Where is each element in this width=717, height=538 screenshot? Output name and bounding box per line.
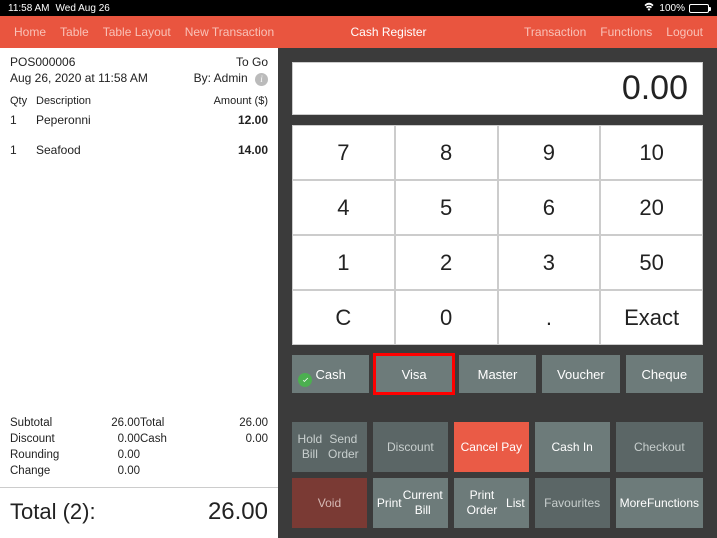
nav-new-transaction[interactable]: New Transaction [185, 25, 274, 39]
key-0[interactable]: 0 [396, 291, 497, 344]
nav-functions[interactable]: Functions [600, 25, 652, 39]
sum-rounding-label: Rounding [10, 447, 80, 463]
payment-master[interactable]: Master [459, 355, 536, 393]
nav-table[interactable]: Table [60, 25, 89, 39]
payment-visa[interactable]: Visa [375, 355, 452, 393]
payment-cheque[interactable]: Cheque [626, 355, 703, 393]
key-5[interactable]: 5 [396, 181, 497, 234]
fn-cash-in[interactable]: Cash In [535, 422, 610, 472]
sum-change-label: Change [10, 463, 80, 479]
key-6[interactable]: 6 [499, 181, 600, 234]
key-3[interactable]: 3 [499, 236, 600, 289]
payment-row: CashVisaMasterVoucherCheque [292, 355, 703, 393]
status-battery-pct: 100% [659, 3, 685, 14]
total-value: 26.00 [208, 498, 268, 526]
sum-cash-label: Cash [140, 431, 218, 447]
keypad: 78910 45620 12350 C0.Exact [292, 125, 703, 345]
sum-discount: 0.00 [80, 431, 140, 447]
receipt-pos-id: POS000006 [10, 55, 75, 69]
key-50[interactable]: 50 [601, 236, 702, 289]
fn-print-current-bill[interactable]: PrintCurrent Bill [373, 478, 448, 528]
receipt-panel: POS000006 To Go Aug 26, 2020 at 11:58 AM… [0, 48, 278, 538]
key-10[interactable]: 10 [601, 126, 702, 179]
wifi-icon [643, 2, 655, 14]
key-8[interactable]: 8 [396, 126, 497, 179]
key-1[interactable]: 1 [293, 236, 394, 289]
nav-transaction[interactable]: Transaction [524, 25, 586, 39]
nav-bar: Home Table Table Layout New Transaction Cas… [0, 16, 717, 48]
fn-void[interactable]: Void [292, 478, 367, 528]
fn-hold-bill-send-order[interactable]: Hold BillSend Order [292, 422, 367, 472]
nav-home[interactable]: Home [14, 25, 46, 39]
fn-more-functions[interactable]: MoreFunctions [616, 478, 703, 528]
col-qty: Qty [10, 95, 36, 107]
receipt-item[interactable]: 1Seafood14.00 [10, 139, 268, 169]
payment-voucher[interactable]: Voucher [542, 355, 619, 393]
key-4[interactable]: 4 [293, 181, 394, 234]
receipt-item[interactable]: 1Peperonni12.00 [10, 109, 268, 139]
info-icon[interactable]: i [255, 73, 268, 86]
fn-favourites[interactable]: Favourites [535, 478, 610, 528]
total-label: Total (2): [10, 499, 96, 525]
sum-total-label: Total [140, 415, 218, 431]
payment-cash[interactable]: Cash [292, 355, 369, 393]
check-icon [298, 373, 312, 387]
nav-table-layout[interactable]: Table Layout [103, 25, 171, 39]
key-7[interactable]: 7 [293, 126, 394, 179]
sum-subtotal: 26.00 [80, 415, 140, 431]
fn-cancel-pay[interactable]: Cancel Pay [454, 422, 529, 472]
receipt-datetime: Aug 26, 2020 at 11:58 AM [10, 71, 148, 85]
col-desc: Description [36, 95, 214, 107]
function-grid: Hold BillSend OrderDiscountCancel PayCas… [292, 422, 703, 528]
sum-rounding: 0.00 [80, 447, 140, 463]
fn-print-order-list[interactable]: Print OrderList [454, 478, 529, 528]
key-20[interactable]: 20 [601, 181, 702, 234]
key-exact[interactable]: Exact [601, 291, 702, 344]
key-2[interactable]: 2 [396, 236, 497, 289]
nav-title: Cash Register [350, 25, 426, 39]
status-time: 11:58 AM [8, 3, 50, 14]
sum-total: 26.00 [218, 415, 268, 431]
battery-icon [689, 4, 709, 13]
sum-cash: 0.00 [218, 431, 268, 447]
amount-display: 0.00 [292, 62, 703, 115]
fn-checkout[interactable]: Checkout [616, 422, 703, 472]
key-9[interactable]: 9 [499, 126, 600, 179]
receipt-by: By: Admin i [194, 71, 268, 86]
fn-discount[interactable]: Discount [373, 422, 448, 472]
status-bar: 11:58 AM Wed Aug 26 100% [0, 0, 717, 16]
nav-logout[interactable]: Logout [666, 25, 703, 39]
sum-subtotal-label: Subtotal [10, 415, 80, 431]
receipt-order-type: To Go [236, 55, 268, 69]
key--[interactable]: . [499, 291, 600, 344]
col-amount: Amount ($) [214, 95, 268, 107]
sum-discount-label: Discount [10, 431, 80, 447]
sum-change: 0.00 [80, 463, 140, 479]
status-date: Wed Aug 26 [56, 3, 110, 14]
key-c[interactable]: C [293, 291, 394, 344]
register-panel: 0.00 78910 45620 12350 C0.Exact CashVisaMas… [278, 48, 717, 538]
